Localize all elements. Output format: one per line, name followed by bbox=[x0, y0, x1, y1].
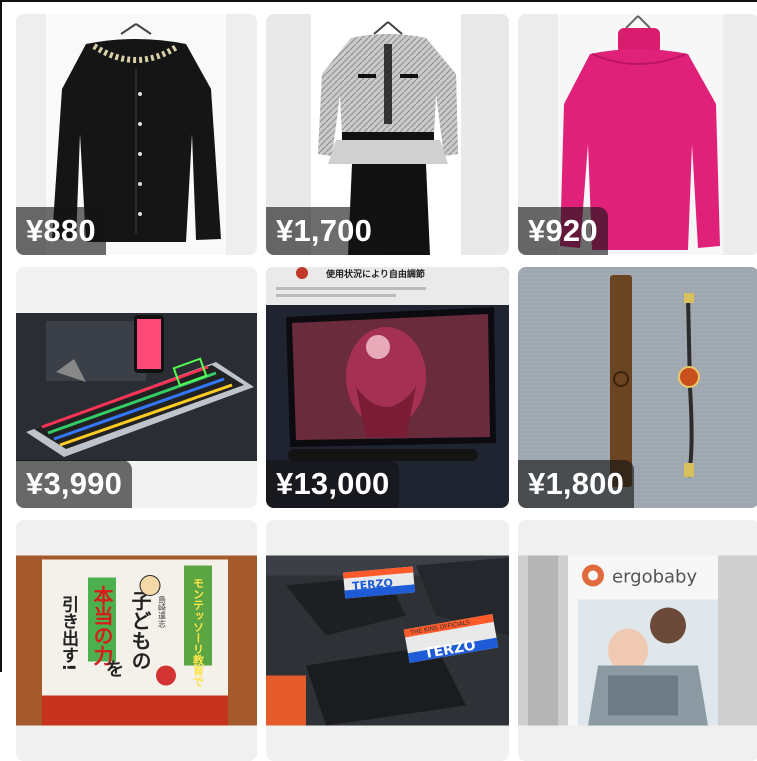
product-card-turtleneck[interactable]: ¥920 bbox=[518, 14, 757, 255]
price-label: ¥920 bbox=[518, 207, 608, 255]
product-card-keyboard[interactable]: ¥3,990 bbox=[16, 267, 257, 508]
price-label: ¥880 bbox=[16, 207, 106, 255]
product-card-book[interactable]: モンテッソーリ教育で 子どもの 本当の力 を 引き出す! 島崎達志 bbox=[16, 520, 257, 761]
product-card-dress[interactable]: ¥1,700 bbox=[266, 14, 509, 255]
price-label: ¥1,800 bbox=[518, 460, 635, 508]
monitor-headline: 使用状況により自由調節 bbox=[325, 268, 425, 280]
ergobaby-brand: ergobaby bbox=[612, 567, 697, 588]
price-label: ¥3,990 bbox=[16, 460, 133, 508]
screenshot-frame: ¥880 ¥1,700 ¥920 ¥3,990 使用状況により自由調節 ¥13,… bbox=[0, 0, 757, 761]
book-title-4: 引き出す! bbox=[58, 595, 78, 671]
book-image: モンテッソーリ教育で 子どもの 本当の力 を 引き出す! 島崎達志 bbox=[16, 555, 257, 730]
product-card-bracelet[interactable]: ¥1,800 bbox=[518, 267, 757, 508]
price-label: ¥13,000 bbox=[266, 460, 400, 508]
book-author: 島崎達志 bbox=[158, 595, 167, 628]
product-grid: ¥880 ¥1,700 ¥920 ¥3,990 使用状況により自由調節 ¥13,… bbox=[16, 14, 757, 761]
book-title-1: 子どもの bbox=[128, 591, 152, 671]
product-card-monitor[interactable]: 使用状況により自由調節 ¥13,000 bbox=[266, 267, 509, 508]
product-card-terzo[interactable]: TERZO THE KINS OFFICIALS TERZO bbox=[266, 520, 509, 761]
product-card-ergobaby[interactable]: ergobaby bbox=[518, 520, 757, 761]
book-title-2: 本当の力 bbox=[90, 585, 114, 666]
book-spine-title: モンテッソーリ教育で bbox=[192, 578, 206, 688]
ergobaby-image: ergobaby bbox=[518, 555, 757, 726]
product-card-cardigan[interactable]: ¥880 bbox=[16, 14, 257, 255]
terzo-image: TERZO THE KINS OFFICIALS TERZO bbox=[266, 555, 509, 726]
price-label: ¥1,700 bbox=[266, 207, 383, 255]
book-title-3: を bbox=[106, 660, 124, 681]
